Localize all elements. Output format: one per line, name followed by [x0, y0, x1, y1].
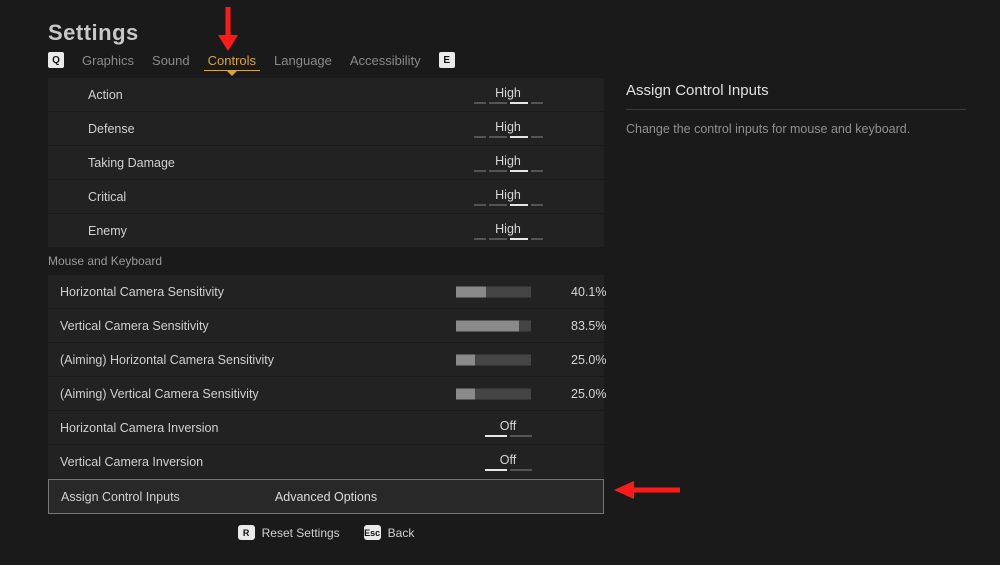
tab-sound[interactable]: Sound [152, 53, 190, 68]
setting-row-horizontal-inversion[interactable]: Horizontal Camera Inversion Off [48, 411, 604, 444]
setting-value: High [428, 112, 588, 145]
tab-accessibility[interactable]: Accessibility [350, 53, 421, 68]
setting-label: Defense [88, 122, 388, 136]
setting-value: Off [428, 411, 588, 444]
slider-track[interactable] [456, 286, 531, 297]
setting-label: Taking Damage [88, 156, 388, 170]
setting-value: High [428, 78, 588, 111]
slider-track[interactable] [456, 354, 531, 365]
setting-row-aiming-horizontal-sensitivity[interactable]: (Aiming) Horizontal Camera Sensitivity 2… [48, 343, 604, 376]
detail-panel: Assign Control Inputs Change the control… [626, 82, 966, 136]
slider-track[interactable] [456, 388, 531, 399]
annotation-arrow-down-icon [214, 5, 242, 53]
tab-graphics[interactable]: Graphics [82, 53, 134, 68]
setting-label: Horizontal Camera Inversion [60, 421, 380, 435]
reset-label: Reset Settings [262, 526, 340, 540]
setting-value: Advanced Options [49, 490, 603, 504]
setting-value: Off [428, 445, 588, 478]
setting-label: Vertical Camera Inversion [60, 455, 380, 469]
annotation-arrow-left-icon [612, 478, 682, 502]
setting-row-defense[interactable]: Defense High [48, 112, 604, 145]
setting-row-horizontal-sensitivity[interactable]: Horizontal Camera Sensitivity 40.1% [48, 275, 604, 308]
slider-value: 25.0% [571, 353, 606, 367]
section-mouse-keyboard: Mouse and Keyboard [48, 248, 604, 274]
setting-label: Critical [88, 190, 388, 204]
setting-row-vertical-sensitivity[interactable]: Vertical Camera Sensitivity 83.5% [48, 309, 604, 342]
setting-row-taking-damage[interactable]: Taking Damage High [48, 146, 604, 179]
setting-value: High [428, 180, 588, 213]
setting-label: Action [88, 88, 388, 102]
reset-settings-button[interactable]: R Reset Settings [238, 525, 340, 540]
page-title: Settings [48, 20, 139, 46]
setting-row-assign-control-inputs[interactable]: Assign Control Inputs Advanced Options [48, 479, 604, 514]
setting-value: High [428, 146, 588, 179]
setting-label: (Aiming) Vertical Camera Sensitivity [60, 387, 380, 401]
setting-label: Vertical Camera Sensitivity [60, 319, 380, 333]
detail-description: Change the control inputs for mouse and … [626, 122, 966, 136]
setting-label: Enemy [88, 224, 388, 238]
footer-bar: R Reset Settings Esc Back [48, 525, 604, 540]
setting-row-enemy[interactable]: Enemy High [48, 214, 604, 247]
back-button[interactable]: Esc Back [364, 525, 415, 540]
tab-language[interactable]: Language [274, 53, 332, 68]
setting-row-critical[interactable]: Critical High [48, 180, 604, 213]
tab-bar: Q Graphics Sound Controls Language Acces… [48, 52, 455, 68]
setting-row-vertical-inversion[interactable]: Vertical Camera Inversion Off [48, 445, 604, 478]
slider-value: 25.0% [571, 387, 606, 401]
slider-track[interactable] [456, 320, 531, 331]
tab-prev-key[interactable]: Q [48, 52, 64, 68]
setting-value: High [428, 214, 588, 247]
detail-heading: Assign Control Inputs [626, 82, 966, 110]
back-label: Back [388, 526, 415, 540]
tab-controls[interactable]: Controls [208, 53, 256, 68]
settings-list: Action High Defense High Taking Damage H… [48, 78, 604, 515]
reset-key-badge: R [238, 525, 255, 540]
setting-row-aiming-vertical-sensitivity[interactable]: (Aiming) Vertical Camera Sensitivity 25.… [48, 377, 604, 410]
back-key-badge: Esc [364, 525, 381, 540]
slider-value: 40.1% [571, 285, 606, 299]
setting-row-action[interactable]: Action High [48, 78, 604, 111]
setting-label: Horizontal Camera Sensitivity [60, 285, 380, 299]
slider-value: 83.5% [571, 319, 606, 333]
setting-label: (Aiming) Horizontal Camera Sensitivity [60, 353, 380, 367]
tab-next-key[interactable]: E [439, 52, 455, 68]
